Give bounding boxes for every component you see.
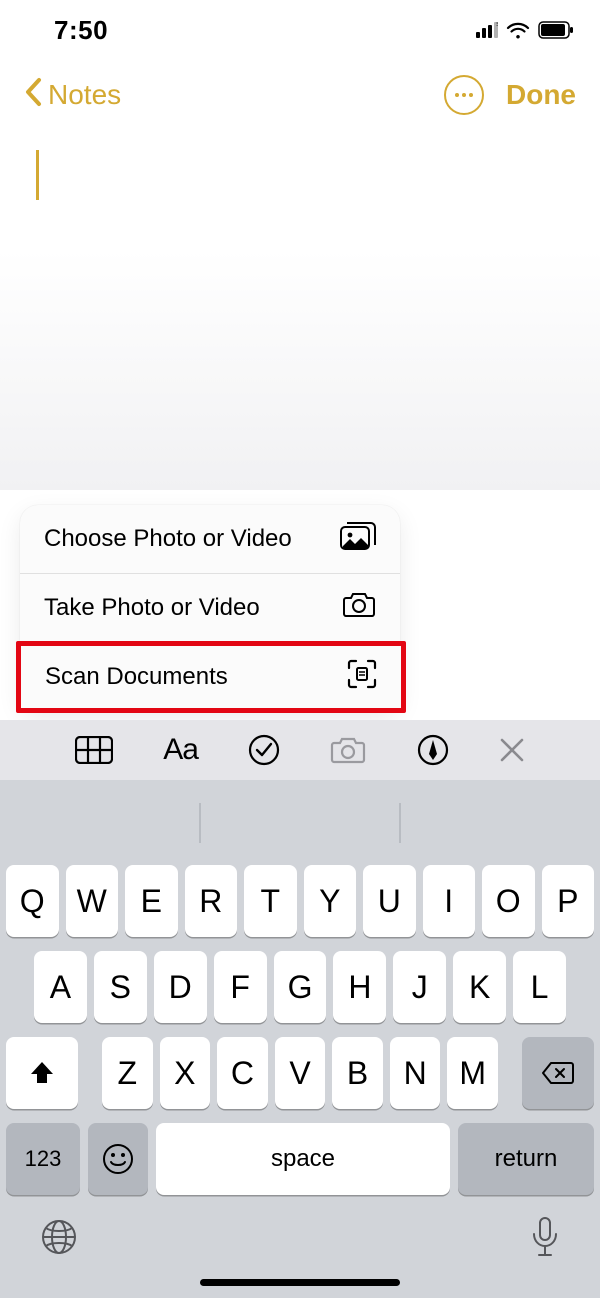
microphone-icon — [530, 1216, 560, 1258]
svg-text:!: ! — [496, 22, 498, 28]
attach-menu: Choose Photo or Video Take Photo or Vide… — [20, 505, 400, 711]
key-g[interactable]: G — [274, 951, 327, 1023]
note-editor[interactable] — [0, 130, 600, 490]
key-w[interactable]: W — [66, 865, 119, 937]
key-r[interactable]: R — [185, 865, 238, 937]
status-time: 7:50 — [26, 15, 108, 46]
key-b[interactable]: B — [332, 1037, 383, 1109]
menu-scan-documents[interactable]: Scan Documents — [16, 641, 406, 713]
key-q[interactable]: Q — [6, 865, 59, 937]
background-fade — [0, 250, 600, 490]
backspace-icon — [541, 1061, 575, 1085]
key-l[interactable]: L — [513, 951, 566, 1023]
menu-label: Choose Photo or Video — [44, 525, 292, 553]
format-toolbar: Aa — [0, 720, 600, 780]
globe-icon — [40, 1218, 78, 1256]
camera-button[interactable] — [330, 736, 366, 764]
ellipsis-icon — [455, 93, 473, 97]
battery-icon — [538, 21, 574, 39]
more-button[interactable] — [444, 75, 484, 115]
markup-button[interactable] — [417, 734, 449, 766]
done-button[interactable]: Done — [506, 79, 576, 111]
photos-icon — [340, 522, 376, 557]
nav-bar: Notes Done — [0, 60, 600, 130]
cellular-icon: ! — [476, 22, 498, 38]
key-n[interactable]: N — [390, 1037, 441, 1109]
text-format-button[interactable]: Aa — [163, 733, 198, 767]
key-space[interactable]: space — [156, 1123, 450, 1195]
menu-label: Take Photo or Video — [44, 594, 260, 622]
key-row-3: Z X C V B N M — [0, 1030, 600, 1116]
key-shift[interactable] — [6, 1037, 78, 1109]
checklist-button[interactable] — [248, 734, 280, 766]
key-a[interactable]: A — [34, 951, 87, 1023]
key-h[interactable]: H — [333, 951, 386, 1023]
table-button[interactable] — [75, 736, 113, 764]
menu-take-photo[interactable]: Take Photo or Video — [20, 574, 400, 642]
key-k[interactable]: K — [453, 951, 506, 1023]
back-label: Notes — [48, 79, 121, 111]
camera-icon — [330, 736, 366, 764]
chevron-left-icon — [24, 77, 44, 114]
key-t[interactable]: T — [244, 865, 297, 937]
table-icon — [75, 736, 113, 764]
suggestion-slot[interactable] — [401, 788, 600, 858]
key-x[interactable]: X — [160, 1037, 211, 1109]
dictation-button[interactable] — [530, 1216, 560, 1263]
key-e[interactable]: E — [125, 865, 178, 937]
globe-button[interactable] — [40, 1218, 78, 1261]
key-row-bottom: 123 space return — [0, 1116, 600, 1202]
key-emoji[interactable] — [88, 1123, 148, 1195]
suggestion-slot[interactable] — [0, 788, 199, 858]
close-button[interactable] — [499, 737, 525, 763]
key-o[interactable]: O — [482, 865, 535, 937]
back-button[interactable]: Notes — [24, 77, 121, 114]
camera-icon — [342, 592, 376, 625]
key-y[interactable]: Y — [304, 865, 357, 937]
suggestion-slot[interactable] — [201, 788, 400, 858]
pen-circle-icon — [417, 734, 449, 766]
menu-label: Scan Documents — [45, 663, 228, 691]
key-return[interactable]: return — [458, 1123, 594, 1195]
key-s[interactable]: S — [94, 951, 147, 1023]
key-v[interactable]: V — [275, 1037, 326, 1109]
shift-icon — [29, 1060, 55, 1086]
wifi-icon — [506, 21, 530, 39]
emoji-icon — [102, 1143, 134, 1175]
checkmark-circle-icon — [248, 734, 280, 766]
keyboard: Q W E R T Y U I O P A S D F G H J K L Z … — [0, 780, 600, 1298]
key-row-1: Q W E R T Y U I O P — [0, 858, 600, 944]
key-numbers[interactable]: 123 — [6, 1123, 80, 1195]
key-c[interactable]: C — [217, 1037, 268, 1109]
key-row-2: A S D F G H J K L — [0, 944, 600, 1030]
text-cursor — [36, 150, 39, 200]
key-i[interactable]: I — [423, 865, 476, 937]
key-j[interactable]: J — [393, 951, 446, 1023]
key-p[interactable]: P — [542, 865, 595, 937]
keyboard-footer — [0, 1202, 600, 1271]
key-d[interactable]: D — [154, 951, 207, 1023]
key-z[interactable]: Z — [102, 1037, 153, 1109]
home-indicator[interactable] — [200, 1279, 400, 1286]
status-icons: ! — [476, 21, 574, 39]
close-icon — [499, 737, 525, 763]
key-backspace[interactable] — [522, 1037, 594, 1109]
suggestion-bar — [0, 788, 600, 858]
status-bar: 7:50 ! — [0, 0, 600, 60]
menu-choose-photo[interactable]: Choose Photo or Video — [20, 505, 400, 573]
scan-icon — [347, 659, 377, 696]
key-u[interactable]: U — [363, 865, 416, 937]
key-f[interactable]: F — [214, 951, 267, 1023]
key-m[interactable]: M — [447, 1037, 498, 1109]
